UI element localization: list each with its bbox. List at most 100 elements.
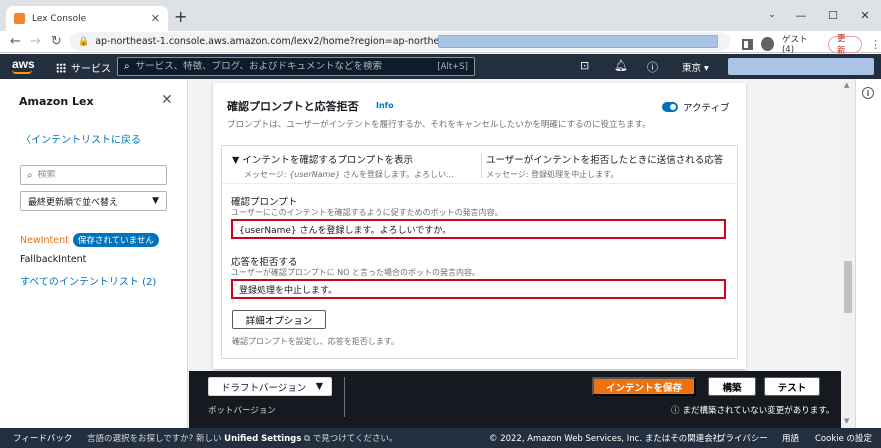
card-title: 確認プロンプトと応答拒否 — [227, 100, 359, 113]
url-text: ap-northeast-1.console.aws.amazon.com/le… — [95, 36, 491, 47]
aws-logo[interactable]: aws — [12, 57, 35, 71]
search-icon: ⌕ — [27, 169, 33, 181]
build-button[interactable]: 構築 — [708, 377, 756, 396]
decline-response-description: ユーザーが確認プロンプトに NO と言った場合のボットの発言内容。 — [231, 268, 480, 277]
browser-tab[interactable]: Lex Console ✕ — [6, 6, 168, 31]
grid-icon — [56, 62, 66, 73]
page-scrollbar[interactable]: ▲ ▼ — [841, 79, 855, 428]
unified-settings-link[interactable]: Unified Settings — [224, 434, 301, 444]
sort-select[interactable]: 最終更新順で並べ替え ▼ — [20, 191, 167, 211]
test-button[interactable]: テスト — [764, 377, 820, 396]
bell-icon[interactable]: 🔔︎ — [614, 59, 628, 72]
profile-label[interactable]: ゲスト (4) — [782, 33, 820, 55]
update-button[interactable]: 更新 — [827, 34, 862, 56]
aws-search-box[interactable]: ⌕ [Alt+S] — [117, 57, 475, 76]
status-badge: 保存されていません — [72, 233, 159, 247]
cloudshell-icon[interactable]: ⊡ — [580, 59, 589, 72]
lex-favicon-icon — [14, 13, 25, 24]
feedback-link[interactable]: フィードバック — [13, 432, 72, 444]
tab-search-icon[interactable]: ⌄ — [759, 0, 785, 30]
divider — [344, 377, 345, 417]
privacy-link[interactable]: プライバシー — [717, 432, 768, 444]
confirm-prompt-toggle[interactable]: ▼ インテントを確認するプロンプトを表示 — [232, 152, 454, 166]
main-content: 確認プロンプトと応答拒否 Info アクティブ プロンプトは、ユーザーがインテン… — [189, 79, 841, 371]
reload-icon[interactable]: ↻ — [51, 34, 62, 49]
browser-menu-icon[interactable]: ⋮ — [870, 38, 881, 51]
close-icon[interactable]: ✕ — [161, 92, 173, 108]
decline-response-summary: ユーザーがインテントを拒否したときに送信される応答 メッセージ: 登録処理を中止… — [486, 152, 723, 180]
browser-actions: ゲスト (4) 更新 ⋮ — [742, 33, 881, 56]
divider — [481, 154, 482, 178]
sort-label: 最終更新順で並べ替え — [28, 197, 119, 208]
language-notice: 言語の選択をお探しですか? 新しい Unified Settings ⧉ で見つ… — [87, 434, 398, 444]
maximize-icon[interactable]: ☐ — [817, 0, 849, 30]
info-icon[interactable]: i — [862, 87, 874, 99]
confirm-prompt-summary: ▼ インテントを確認するプロンプトを表示 メッセージ: {userName} さ… — [232, 152, 454, 180]
prompt-panel: ▼ インテントを確認するプロンプトを表示 メッセージ: {userName} さ… — [221, 145, 738, 359]
confirm-prompt-label: 確認プロンプト — [231, 197, 298, 208]
left-navigation: Amazon Lex ✕ 〈インテントリストに戻る ⌕ 最終更新順で並べ替え ▼… — [0, 79, 188, 428]
copyright: © 2022, Amazon Web Services, Inc. またはその関… — [489, 434, 730, 444]
tab-close-icon[interactable]: ✕ — [151, 12, 160, 25]
guest-profile-icon[interactable] — [760, 37, 774, 51]
scroll-up-icon[interactable]: ▲ — [844, 81, 849, 89]
active-toggle[interactable]: アクティブ — [662, 100, 729, 114]
sidebar-item-fallbackintent[interactable]: FallbackIntent — [20, 254, 86, 265]
redacted-account-menu[interactable] — [728, 58, 874, 75]
aws-smile-icon — [12, 70, 32, 74]
sidebar-title: Amazon Lex — [19, 95, 94, 108]
caret-down-icon: ▼ — [315, 381, 323, 392]
bot-version-label: ボットバージョン — [208, 406, 276, 416]
decline-response-title: ユーザーがインテントを拒否したときに送信される応答 — [486, 155, 724, 166]
intent-search-input[interactable] — [37, 170, 148, 180]
caret-down-icon: ▼ — [152, 196, 159, 206]
intent-search-box[interactable]: ⌕ — [20, 165, 167, 185]
back-arrow-icon[interactable]: ← — [10, 34, 21, 49]
scroll-down-icon[interactable]: ▼ — [844, 417, 849, 425]
active-label: アクティブ — [683, 103, 730, 114]
decline-response-input[interactable]: 登録処理を中止します。 — [231, 279, 726, 299]
toggle-switch-icon[interactable] — [662, 102, 678, 112]
tab-title: Lex Console — [32, 13, 87, 24]
forward-arrow-icon[interactable]: → — [30, 34, 41, 49]
search-shortcut: [Alt+S] — [437, 61, 468, 72]
close-window-icon[interactable]: ✕ — [849, 0, 881, 30]
terms-link[interactable]: 用語 — [782, 432, 799, 444]
back-to-intent-list-link[interactable]: 〈インテントリストに戻る — [21, 131, 141, 146]
services-menu[interactable]: サービス — [56, 60, 111, 75]
advanced-options-button[interactable]: 詳細オプション — [232, 310, 326, 329]
scrollbar-thumb[interactable] — [844, 261, 852, 313]
minimize-icon[interactable]: — — [785, 0, 817, 30]
all-intents-link[interactable]: すべてのインテントリスト (2) — [20, 273, 156, 288]
window-controls: ⌄ — ☐ ✕ — [759, 0, 881, 30]
url-bar[interactable]: 🔒 ap-northeast-1.console.aws.amazon.com/… — [70, 32, 730, 51]
help-icon[interactable]: ⓘ — [647, 59, 658, 75]
advanced-options-description: 確認プロンプトを設定し、応答を拒否します。 — [232, 337, 399, 346]
region-selector[interactable]: 東京 ▾ — [682, 60, 709, 74]
card-description: プロンプトは、ユーザーがインテントを履行するか、それをキャンセルしたいかを明確に… — [227, 120, 651, 130]
unbuilt-changes-notice: ⓘ まだ構築されていない変更があります。 — [671, 406, 835, 416]
new-tab-icon[interactable]: + — [174, 7, 187, 26]
console-footer: フィードバック 言語の選択をお探しですか? 新しい Unified Settin… — [0, 428, 881, 448]
chevron-left-icon: 〈 — [21, 135, 31, 146]
confirm-prompt-input[interactable]: {userName} さんを登録します。よろしいですか。 — [231, 219, 726, 239]
help-panel-rail: i — [855, 79, 881, 428]
decline-response-label: 応答を拒否する — [231, 257, 298, 268]
cookie-settings-link[interactable]: Cookie の設定 — [815, 432, 872, 444]
current-intent-name: NewIntent — [20, 234, 69, 246]
aws-search-input[interactable] — [135, 61, 432, 72]
info-circle-icon: ⓘ — [671, 406, 680, 416]
info-link[interactable]: Info — [376, 101, 394, 110]
lock-icon: 🔒 — [78, 36, 90, 47]
side-panel-icon[interactable] — [742, 38, 753, 50]
intent-action-bar: ドラフトバージョン ▼ ボットバージョン インテントを保存 構築 テスト ⓘ ま… — [189, 371, 841, 428]
redacted-bot-id — [438, 35, 718, 48]
prompt-panel-header[interactable]: ▼ インテントを確認するプロンプトを表示 メッセージ: {userName} さ… — [222, 146, 737, 184]
confirmation-prompt-card: 確認プロンプトと応答拒否 Info アクティブ プロンプトは、ユーザーがインテン… — [213, 83, 746, 369]
decline-response-preview: メッセージ: 登録処理を中止します。 — [486, 170, 619, 179]
save-intent-button[interactable]: インテントを保存 — [592, 377, 696, 396]
address-bar-row: ← → ↻ 🔒 ap-northeast-1.console.aws.amazo… — [0, 31, 881, 56]
sidebar-item-newintent[interactable]: NewIntent 保存されていません — [20, 233, 159, 247]
aws-top-nav: aws サービス ⌕ [Alt+S] ⊡ 🔔︎ ⓘ 東京 ▾ — [0, 54, 881, 79]
version-select[interactable]: ドラフトバージョン ▼ — [208, 377, 332, 396]
